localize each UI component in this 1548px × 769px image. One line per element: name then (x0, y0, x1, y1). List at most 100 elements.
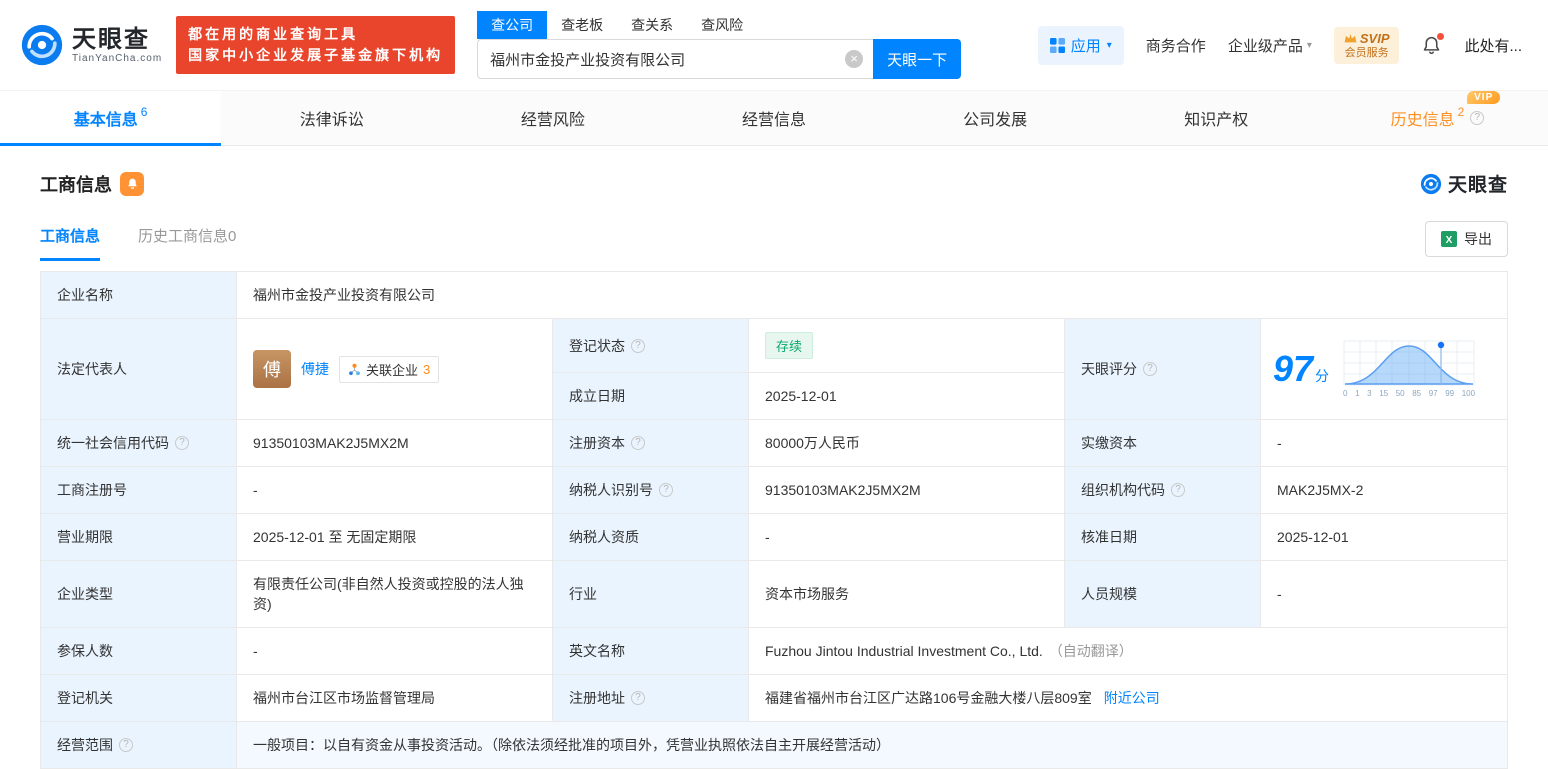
tab-legal-litigation[interactable]: 法律诉讼 (221, 91, 442, 145)
table-row: 参保人数 - 英文名称 Fuzhou Jintou Industrial Inv… (40, 627, 1508, 675)
business-scope-label: 经营范围 (40, 721, 237, 769)
slogan-line1: 都在用的商业查询工具 (188, 26, 359, 42)
status-badge: 存续 (765, 332, 814, 359)
reg-address-label: 注册地址 (552, 674, 749, 722)
header-right: 应用 ▾ 商务合作 企业级产品 ▾ SVIP 会员服务 此处有... (1037, 25, 1522, 65)
help-icon[interactable] (631, 436, 645, 450)
chevron-down-icon: ▾ (1306, 39, 1312, 51)
enterprise-products-link[interactable]: 企业级产品 ▾ (1228, 35, 1312, 56)
svg-text:X: X (1446, 235, 1453, 246)
business-info-table: 企业名称 福州市金投产业投资有限公司 法定代表人 傅 傅捷 关联企业 3 登记状… (40, 271, 1508, 769)
apps-button[interactable]: 应用 ▾ (1037, 25, 1124, 65)
search-tab-boss[interactable]: 查老板 (547, 11, 617, 39)
score-value[interactable]: 97 分 (1273, 348, 1329, 390)
user-name[interactable]: 此处有... (1464, 35, 1522, 56)
search-tab-company[interactable]: 查公司 (477, 11, 548, 39)
svip-label: SVIP (1359, 30, 1390, 46)
help-icon[interactable] (119, 738, 133, 752)
tianyancha-logo-icon (1420, 173, 1442, 195)
credit-code-label: 统一社会信用代码 (40, 419, 237, 467)
english-name-value: Fuzhou Jintou Industrial Investment Co.,… (748, 627, 1508, 675)
table-row: 营业期限 2025-12-01 至 无固定期限 纳税人资质 - 核准日期 202… (40, 513, 1508, 561)
table-row: 法定代表人 傅 傅捷 关联企业 3 登记状态 ? 存续 天眼评分 ? 97 分 … (40, 318, 1508, 420)
related-companies-icon (348, 363, 361, 376)
table-row: 工商注册号 - 纳税人识别号 91350103MAK2J5MX2M 组织机构代码… (40, 466, 1508, 514)
slogan-badge: 都在用的商业查询工具 国家中小企业发展子基金旗下机构 (176, 16, 456, 74)
search-area: 查公司 查老板 查关系 查风险 × 天眼一下 (477, 11, 962, 79)
search-button[interactable]: 天眼一下 (873, 39, 962, 79)
help-icon[interactable] (175, 436, 189, 450)
search-tab-risk[interactable]: 查风险 (687, 11, 757, 39)
subscribe-bell-icon[interactable] (120, 171, 144, 196)
table-row: 登记机关 福州市台江区市场监督管理局 注册地址 福建省福州市台江区广达路106号… (40, 674, 1508, 722)
insured-count-value: - (236, 627, 553, 675)
legal-rep-avatar[interactable]: 傅 (253, 350, 291, 388)
help-icon[interactable] (631, 691, 645, 705)
auto-translate-note: （自动翻译） (1048, 643, 1133, 659)
tab-operating-risk[interactable]: 经营风险 (442, 91, 663, 145)
subtab-business-info[interactable]: 工商信息 (40, 225, 101, 261)
slogan-line2: 国家中小企业发展子基金旗下机构 (188, 47, 444, 63)
search-tab-relation[interactable]: 查关系 (617, 11, 687, 39)
table-row: 企业名称 福州市金投产业投资有限公司 (40, 271, 1508, 319)
excel-icon: X (1441, 231, 1457, 247)
taxpayer-quality-label: 纳税人资质 (552, 513, 749, 561)
apps-label: 应用 (1070, 37, 1101, 55)
nearby-companies-link[interactable]: 附近公司 (1104, 690, 1160, 706)
reg-number-value: - (236, 466, 553, 514)
related-companies-badge[interactable]: 关联企业 3 (339, 355, 440, 383)
tab-company-development[interactable]: 公司发展 (885, 91, 1106, 145)
reg-address-value: 福建省福州市台江区广达路106号金融大楼八层809室 附近公司 (748, 674, 1508, 722)
watermark-brand: 天眼查 (1447, 175, 1508, 196)
tab-count: 2 (1457, 105, 1465, 119)
export-button[interactable]: X 导出 (1425, 221, 1508, 257)
reg-status-cell: 存续 (748, 318, 1065, 373)
help-icon[interactable] (631, 338, 645, 353)
org-code-label: 组织机构代码 (1064, 466, 1261, 514)
related-companies-count: 3 (423, 361, 431, 377)
company-nav-tabs: 基本信息6 法律诉讼 经营风险 经营信息 公司发展 知识产权 历史信息 2 VI… (0, 90, 1548, 146)
business-cooperation-link[interactable]: 商务合作 (1146, 35, 1206, 56)
search-type-tabs: 查公司 查老板 查关系 查风险 (477, 11, 961, 39)
svip-membership-badge[interactable]: SVIP 会员服务 (1333, 26, 1400, 64)
score-chart: 0 1 3 15 50 85 97 99 100 (1343, 340, 1475, 398)
tab-intellectual-property[interactable]: 知识产权 (1106, 91, 1327, 145)
tab-operating-info[interactable]: 经营信息 (663, 91, 884, 145)
taxpayer-id-value: 91350103MAK2J5MX2M (748, 466, 1065, 514)
establish-date-label: 成立日期 (552, 372, 749, 420)
staff-size-value: - (1260, 560, 1508, 628)
approval-date-label: 核准日期 (1064, 513, 1261, 561)
credit-code-value: 91350103MAK2J5MX2M (236, 419, 553, 467)
legal-rep-link[interactable]: 傅捷 (301, 359, 329, 379)
export-label: 导出 (1464, 231, 1492, 247)
tab-basic-info[interactable]: 基本信息 6 (0, 91, 222, 146)
business-term-value: 2025-12-01 至 无固定期限 (236, 513, 553, 561)
table-row: 企业类型 有限责任公司(非自然人投资或控股的法人独资) 行业 资本市场服务 人员… (40, 560, 1508, 628)
table-row: 统一社会信用代码 91350103MAK2J5MX2M 注册资本 80000万人… (40, 419, 1508, 467)
score-label: 天眼评分 (1064, 318, 1261, 420)
tab-history-info[interactable]: 历史信息 2 VIP (1327, 91, 1548, 145)
industry-value: 资本市场服务 (748, 560, 1065, 628)
tianyancha-logo[interactable]: 天眼查 TianYanCha.com (20, 23, 162, 67)
help-icon[interactable] (1171, 483, 1185, 497)
search-input[interactable] (477, 39, 874, 79)
company-name-value: 福州市金投产业投资有限公司 (236, 271, 1508, 319)
establish-date-value: 2025-12-01 (748, 372, 1065, 420)
notification-bell-icon[interactable] (1421, 32, 1445, 56)
paid-capital-value: - (1260, 419, 1508, 467)
svip-sublabel: 会员服务 (1344, 46, 1389, 59)
subtab-history-business-info[interactable]: 历史工商信息0 (138, 225, 236, 261)
company-type-value: 有限责任公司(非自然人投资或控股的法人独资) (236, 560, 553, 628)
table-row: 经营范围 一般项目：以自有资金从事投资活动。（除依法须经批准的项目外，凭营业执照… (40, 721, 1508, 769)
help-icon[interactable] (1143, 362, 1157, 376)
help-icon[interactable] (1470, 111, 1485, 125)
help-icon[interactable] (659, 483, 673, 497)
industry-label: 行业 (552, 560, 749, 628)
top-header: 天眼查 TianYanCha.com 都在用的商业查询工具 国家中小企业发展子基… (0, 0, 1548, 90)
english-name-label: 英文名称 (552, 627, 749, 675)
vip-tag: VIP (1467, 91, 1501, 104)
reg-authority-value: 福州市台江区市场监督管理局 (236, 674, 553, 722)
company-name-label: 企业名称 (40, 271, 237, 319)
legal-rep-label: 法定代表人 (40, 318, 237, 420)
business-scope-value: 一般项目：以自有资金从事投资活动。（除依法须经批准的项目外，凭营业执照依法自主开… (236, 721, 1508, 769)
